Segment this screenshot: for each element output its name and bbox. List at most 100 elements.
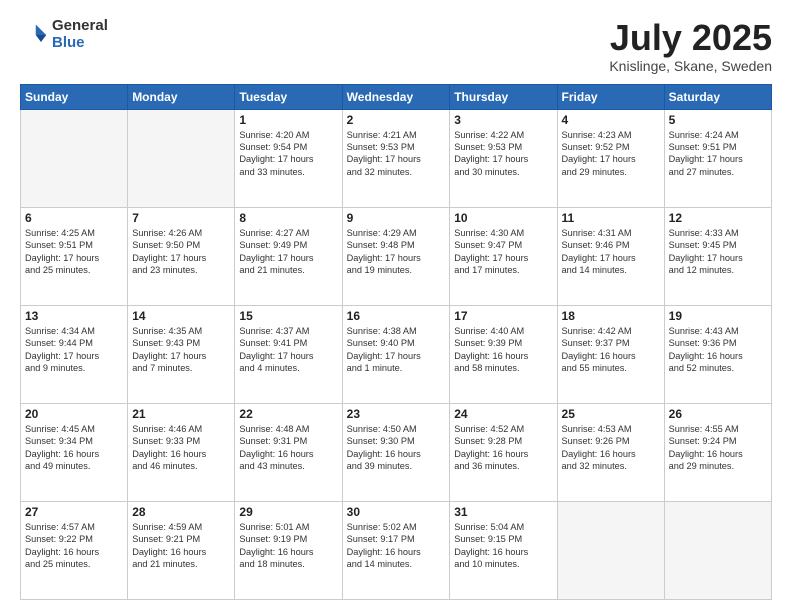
day-detail: Sunrise: 4:20 AM Sunset: 9:54 PM Dayligh…: [239, 129, 337, 179]
location: Knislinge, Skane, Sweden: [609, 58, 772, 74]
calendar-cell: 25Sunrise: 4:53 AM Sunset: 9:26 PM Dayli…: [557, 403, 664, 501]
calendar-cell: 24 Sunrise: 4:52 AM Sunset: 9:28 PM Dayli…: [450, 403, 557, 501]
day-number: 13: [25, 309, 123, 323]
calendar-cell: 21 Sunrise: 4:46 AM Sunset: 9:33 PM Dayli…: [128, 403, 235, 501]
day-number: 8: [239, 211, 337, 225]
day-detail: Sunrise: 4:29 AM Sunset: 9:48 PM Dayligh…: [347, 227, 446, 277]
calendar-cell: 18 Sunrise: 4:42 AM Sunset: 9:37 PM Dayli…: [557, 305, 664, 403]
day-detail: Sunrise: 4:43 AM Sunset: 9:36 PM Dayligh…: [669, 325, 767, 375]
calendar-header-row: SundayMondayTuesdayWednesdayThursdayFrid…: [21, 84, 772, 109]
logo-general: General: [52, 18, 108, 35]
calendar-cell: 3 Sunrise: 4:22 AM Sunset: 9:53 PM Daylig…: [450, 109, 557, 207]
day-detail: Sunrise: 4:37 AM Sunset: 9:41 PM Dayligh…: [239, 325, 337, 375]
day-number: 10: [454, 211, 552, 225]
month-title: July 2025: [609, 18, 772, 58]
day-detail: Sunrise: 4:25 AM Sunset: 9:51 PM Dayligh…: [25, 227, 123, 277]
day-detail: Sunrise: 4:40 AM Sunset: 9:39 PM Dayligh…: [454, 325, 552, 375]
col-header-saturday: Saturday: [664, 84, 771, 109]
col-header-sunday: Sunday: [21, 84, 128, 109]
day-number: 15: [239, 309, 337, 323]
day-detail: Sunrise: 4:57 AM Sunset: 9:22 PM Dayligh…: [25, 521, 123, 571]
calendar-cell: 12 Sunrise: 4:33 AM Sunset: 9:45 PM Dayli…: [664, 207, 771, 305]
col-header-wednesday: Wednesday: [342, 84, 450, 109]
calendar-cell: 10Sunrise: 4:30 AM Sunset: 9:47 PM Dayli…: [450, 207, 557, 305]
calendar-cell: 31 Sunrise: 5:04 AM Sunset: 9:15 PM Dayli…: [450, 501, 557, 599]
day-detail: Sunrise: 4:24 AM Sunset: 9:51 PM Dayligh…: [669, 129, 767, 179]
day-detail: Sunrise: 4:55 AM Sunset: 9:24 PM Dayligh…: [669, 423, 767, 473]
day-number: 29: [239, 505, 337, 519]
day-number: 18: [562, 309, 660, 323]
calendar-cell: 5 Sunrise: 4:24 AM Sunset: 9:51 PM Daylig…: [664, 109, 771, 207]
day-number: 19: [669, 309, 767, 323]
day-number: 20: [25, 407, 123, 421]
day-detail: Sunrise: 4:38 AM Sunset: 9:40 PM Dayligh…: [347, 325, 446, 375]
logo-blue: Blue: [52, 35, 108, 52]
day-detail: Sunrise: 4:22 AM Sunset: 9:53 PM Dayligh…: [454, 129, 552, 179]
day-number: 3: [454, 113, 552, 127]
calendar-cell: 30Sunrise: 5:02 AM Sunset: 9:17 PM Dayli…: [342, 501, 450, 599]
day-detail: Sunrise: 4:33 AM Sunset: 9:45 PM Dayligh…: [669, 227, 767, 277]
day-detail: Sunrise: 4:34 AM Sunset: 9:44 PM Dayligh…: [25, 325, 123, 375]
calendar-cell: 4 Sunrise: 4:23 AM Sunset: 9:52 PM Daylig…: [557, 109, 664, 207]
day-detail: Sunrise: 4:26 AM Sunset: 9:50 PM Dayligh…: [132, 227, 230, 277]
day-detail: Sunrise: 4:52 AM Sunset: 9:28 PM Dayligh…: [454, 423, 552, 473]
day-detail: Sunrise: 4:46 AM Sunset: 9:33 PM Dayligh…: [132, 423, 230, 473]
day-number: 28: [132, 505, 230, 519]
calendar-cell: 2Sunrise: 4:21 AM Sunset: 9:53 PM Daylig…: [342, 109, 450, 207]
calendar-week-3: 20 Sunrise: 4:45 AM Sunset: 9:34 PM Dayli…: [21, 403, 772, 501]
calendar-cell: 19 Sunrise: 4:43 AM Sunset: 9:36 PM Dayli…: [664, 305, 771, 403]
calendar-cell: 15 Sunrise: 4:37 AM Sunset: 9:41 PM Dayli…: [235, 305, 342, 403]
day-number: 23: [347, 407, 446, 421]
day-detail: Sunrise: 4:45 AM Sunset: 9:34 PM Dayligh…: [25, 423, 123, 473]
calendar-cell: [557, 501, 664, 599]
day-detail: Sunrise: 4:35 AM Sunset: 9:43 PM Dayligh…: [132, 325, 230, 375]
day-detail: Sunrise: 5:01 AM Sunset: 9:19 PM Dayligh…: [239, 521, 337, 571]
day-number: 6: [25, 211, 123, 225]
calendar-cell: 27 Sunrise: 4:57 AM Sunset: 9:22 PM Dayli…: [21, 501, 128, 599]
day-number: 24: [454, 407, 552, 421]
header: General Blue July 2025 Knislinge, Skane,…: [20, 18, 772, 74]
calendar-cell: 26 Sunrise: 4:55 AM Sunset: 9:24 PM Dayli…: [664, 403, 771, 501]
calendar-cell: 22 Sunrise: 4:48 AM Sunset: 9:31 PM Dayli…: [235, 403, 342, 501]
calendar-cell: 29 Sunrise: 5:01 AM Sunset: 9:19 PM Dayli…: [235, 501, 342, 599]
calendar-table: SundayMondayTuesdayWednesdayThursdayFrid…: [20, 84, 772, 600]
day-detail: Sunrise: 4:27 AM Sunset: 9:49 PM Dayligh…: [239, 227, 337, 277]
calendar-week-2: 13 Sunrise: 4:34 AM Sunset: 9:44 PM Dayli…: [21, 305, 772, 403]
day-detail: Sunrise: 4:53 AM Sunset: 9:26 PM Dayligh…: [562, 423, 660, 473]
calendar-cell: 8 Sunrise: 4:27 AM Sunset: 9:49 PM Daylig…: [235, 207, 342, 305]
day-number: 21: [132, 407, 230, 421]
calendar-cell: [128, 109, 235, 207]
calendar-cell: 1 Sunrise: 4:20 AM Sunset: 9:54 PM Daylig…: [235, 109, 342, 207]
calendar-cell: 28 Sunrise: 4:59 AM Sunset: 9:21 PM Dayli…: [128, 501, 235, 599]
calendar-week-4: 27 Sunrise: 4:57 AM Sunset: 9:22 PM Dayli…: [21, 501, 772, 599]
day-detail: Sunrise: 4:42 AM Sunset: 9:37 PM Dayligh…: [562, 325, 660, 375]
day-detail: Sunrise: 4:23 AM Sunset: 9:52 PM Dayligh…: [562, 129, 660, 179]
day-number: 22: [239, 407, 337, 421]
calendar-cell: [664, 501, 771, 599]
calendar-body: 1 Sunrise: 4:20 AM Sunset: 9:54 PM Daylig…: [21, 109, 772, 599]
day-number: 1: [239, 113, 337, 127]
day-number: 12: [669, 211, 767, 225]
day-detail: Sunrise: 5:02 AM Sunset: 9:17 PM Dayligh…: [347, 521, 446, 571]
logo-icon: [20, 21, 48, 49]
day-detail: Sunrise: 4:59 AM Sunset: 9:21 PM Dayligh…: [132, 521, 230, 571]
day-number: 27: [25, 505, 123, 519]
calendar-week-0: 1 Sunrise: 4:20 AM Sunset: 9:54 PM Daylig…: [21, 109, 772, 207]
day-number: 17: [454, 309, 552, 323]
day-number: 5: [669, 113, 767, 127]
calendar-cell: 7Sunrise: 4:26 AM Sunset: 9:50 PM Daylig…: [128, 207, 235, 305]
calendar-cell: 11Sunrise: 4:31 AM Sunset: 9:46 PM Dayli…: [557, 207, 664, 305]
day-number: 4: [562, 113, 660, 127]
day-number: 16: [347, 309, 446, 323]
day-number: 31: [454, 505, 552, 519]
calendar-cell: 9Sunrise: 4:29 AM Sunset: 9:48 PM Daylig…: [342, 207, 450, 305]
calendar-cell: 17 Sunrise: 4:40 AM Sunset: 9:39 PM Dayli…: [450, 305, 557, 403]
day-detail: Sunrise: 4:21 AM Sunset: 9:53 PM Dayligh…: [347, 129, 446, 179]
logo-text: General Blue: [52, 18, 108, 51]
page: General Blue July 2025 Knislinge, Skane,…: [0, 0, 792, 612]
day-detail: Sunrise: 4:48 AM Sunset: 9:31 PM Dayligh…: [239, 423, 337, 473]
day-number: 26: [669, 407, 767, 421]
calendar-cell: 14Sunrise: 4:35 AM Sunset: 9:43 PM Dayli…: [128, 305, 235, 403]
day-detail: Sunrise: 5:04 AM Sunset: 9:15 PM Dayligh…: [454, 521, 552, 571]
calendar-cell: 16 Sunrise: 4:38 AM Sunset: 9:40 PM Dayli…: [342, 305, 450, 403]
